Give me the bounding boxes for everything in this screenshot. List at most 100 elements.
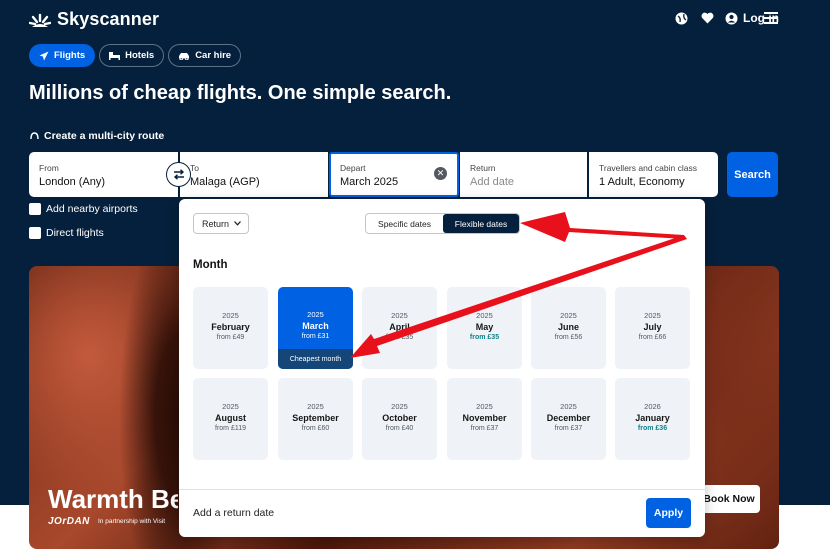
to-field[interactable]: To Malaga (AGP) (180, 152, 328, 197)
sunrise-logo-icon (29, 13, 51, 27)
month-price: from £35 (469, 334, 500, 341)
swap-locations-button[interactable] (166, 162, 191, 187)
product-tabs: Flights Hotels Car hire (29, 44, 242, 67)
nearby-airports-label: Add nearby airports (46, 203, 138, 215)
return-label: Return (470, 163, 496, 173)
month-price: from £31 (301, 333, 330, 340)
month-price: from £37 (470, 425, 499, 432)
month-name: June (557, 322, 579, 332)
month-name: November (462, 413, 507, 423)
trip-type-value: Return (202, 218, 230, 229)
depart-value: March 2025 (340, 176, 399, 188)
trip-type-select[interactable]: Return (193, 213, 249, 234)
checkbox-box[interactable] (29, 227, 41, 239)
return-placeholder: Add date (470, 176, 515, 188)
month-price: from £56 (554, 334, 583, 341)
direct-flights-checkbox[interactable]: Direct flights (29, 227, 104, 239)
book-now-button[interactable]: Book Now (698, 485, 760, 513)
month-card-november[interactable]: 2025 November from £37 (447, 378, 522, 460)
month-card-february[interactable]: 2025 February from £49 (193, 287, 268, 369)
month-name: July (643, 322, 662, 332)
chevron-down-icon (234, 221, 241, 226)
month-year: 2025 (307, 310, 324, 319)
tab-hotels-label: Hotels (125, 50, 155, 61)
tab-flights-label: Flights (54, 50, 86, 61)
month-price: from £66 (638, 334, 667, 341)
skyscanner-logo[interactable]: Skyscanner (29, 9, 159, 30)
month-card-december[interactable]: 2025 December from £37 (531, 378, 606, 460)
page-headline: Millions of cheap flights. One simple se… (29, 82, 452, 104)
clear-depart-icon[interactable]: ✕ (434, 167, 447, 180)
depart-label: Depart (340, 163, 366, 173)
month-name: September (292, 413, 339, 423)
month-name: May (475, 322, 494, 332)
multi-city-link[interactable]: Create a multi-city route (30, 130, 164, 142)
promo-subtitle: In partnership with Visit (98, 518, 166, 525)
month-card-august[interactable]: 2025 August from £119 (193, 378, 268, 460)
tab-hotels[interactable]: Hotels (99, 44, 165, 67)
apply-button[interactable]: Apply (646, 498, 691, 528)
promo-brand-logo: JOrDAN (48, 516, 90, 527)
month-card-march[interactable]: 2025 March from £31 Cheapest month (278, 287, 353, 369)
menu-icon[interactable] (764, 12, 778, 24)
route-icon (30, 132, 39, 140)
month-year: 2025 (476, 402, 493, 411)
month-card-september[interactable]: 2025 September from £60 (278, 378, 353, 460)
month-year: 2025 (476, 311, 493, 320)
month-price: from £60 (301, 425, 330, 432)
month-price: from £49 (216, 334, 245, 341)
month-year: 2025 (222, 402, 239, 411)
month-name: January (635, 413, 670, 423)
return-field[interactable]: Return Add date (460, 152, 587, 197)
to-value: Malaga (AGP) (190, 176, 260, 188)
month-name: August (215, 413, 246, 423)
month-year: 2025 (391, 311, 408, 320)
direct-flights-label: Direct flights (46, 227, 104, 239)
month-card-june[interactable]: 2025 June from £56 (531, 287, 606, 369)
month-card-april[interactable]: 2025 April from £35 (362, 287, 437, 369)
month-price: from £35 (385, 334, 414, 341)
car-icon (179, 52, 190, 60)
month-card-january[interactable]: 2026 January from £36 (615, 378, 690, 460)
month-year: 2026 (644, 402, 661, 411)
globe-icon[interactable] (673, 10, 689, 26)
search-button[interactable]: Search (727, 152, 778, 197)
month-price: from £40 (385, 425, 414, 432)
heart-icon[interactable] (699, 10, 715, 26)
panel-divider (179, 489, 705, 490)
month-year: 2025 (644, 311, 661, 320)
swap-icon (173, 169, 184, 180)
flexible-dates-option[interactable]: Flexible dates (443, 214, 519, 233)
month-name: February (211, 322, 250, 332)
nearby-airports-checkbox[interactable]: Add nearby airports (29, 203, 138, 215)
month-year: 2025 (560, 402, 577, 411)
month-price: from £119 (215, 425, 246, 432)
month-card-october[interactable]: 2025 October from £40 (362, 378, 437, 460)
add-return-date-label: Add a return date (193, 507, 275, 519)
brand-name: Skyscanner (57, 9, 160, 29)
user-icon (725, 12, 738, 24)
promo-title: Warmth Be (48, 484, 178, 514)
month-price: from £36 (637, 425, 668, 432)
plane-icon (39, 51, 49, 60)
month-name: December (546, 413, 591, 423)
travellers-value: 1 Adult, Economy (599, 176, 685, 188)
month-name: October (382, 413, 417, 423)
tab-flights[interactable]: Flights (29, 44, 96, 67)
month-section-title: Month (193, 259, 228, 271)
checkbox-box[interactable] (29, 203, 41, 215)
from-label: From (39, 163, 59, 173)
specific-dates-option[interactable]: Specific dates (366, 214, 443, 233)
month-year: 2025 (222, 311, 239, 320)
from-field[interactable]: From London (Any) (29, 152, 178, 197)
month-price: from £37 (554, 425, 583, 432)
tab-car-hire[interactable]: Car hire (168, 44, 242, 67)
month-name: April (389, 322, 410, 332)
month-name: March (302, 321, 329, 331)
month-card-may[interactable]: 2025 May from £35 (447, 287, 522, 369)
month-card-july[interactable]: 2025 July from £66 (615, 287, 690, 369)
bed-icon (109, 52, 121, 60)
date-mode-toggle: Specific dates Flexible dates (365, 213, 520, 234)
month-year: 2025 (560, 311, 577, 320)
travellers-field[interactable]: Travellers and cabin class 1 Adult, Econ… (589, 152, 718, 197)
